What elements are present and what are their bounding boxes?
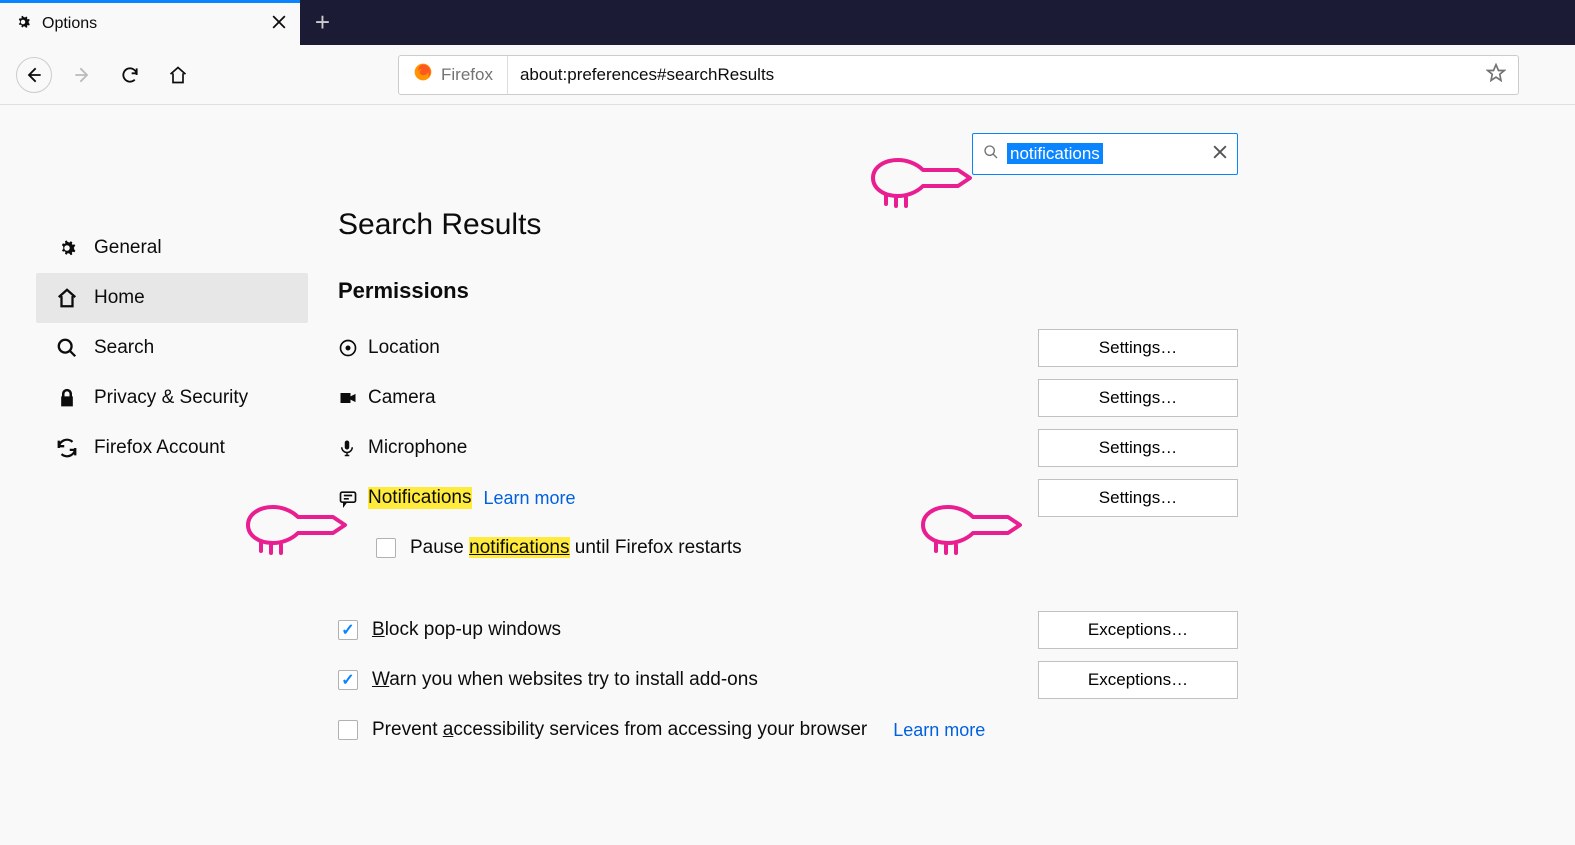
accessibility-label: Prevent accessibility services from acce… [372, 719, 867, 741]
warn-addons-row: Warn you when websites try to install ad… [338, 658, 1238, 702]
preferences-content: General Home Search Privacy & Security F… [0, 105, 1575, 788]
url-text: about:preferences#searchResults [508, 65, 1474, 85]
permission-row-camera: Camera Settings… [338, 376, 1238, 420]
sidebar-item-account[interactable]: Firefox Account [36, 423, 308, 473]
firefox-icon [413, 62, 433, 87]
preferences-main: notifications Search Results Permissions… [338, 133, 1238, 760]
microphone-settings-button[interactable]: Settings… [1038, 429, 1238, 467]
search-icon [56, 337, 78, 359]
accessibility-row: Prevent accessibility services from acce… [338, 708, 1238, 752]
search-input-value: notifications [1007, 143, 1103, 164]
page-title: Search Results [338, 208, 1238, 242]
close-icon[interactable] [272, 15, 286, 33]
new-tab-button[interactable]: + [300, 0, 345, 45]
camera-settings-button[interactable]: Settings… [1038, 379, 1238, 417]
permission-row-location: Location Settings… [338, 326, 1238, 370]
warn-addons-label: Warn you when websites try to install ad… [372, 669, 758, 691]
tab-title: Options [42, 15, 262, 33]
sidebar-item-privacy[interactable]: Privacy & Security [36, 373, 308, 423]
notifications-icon [338, 488, 368, 508]
warn-addons-checkbox[interactable] [338, 670, 358, 690]
pause-notifications-label: Pause notifications until Firefox restar… [410, 537, 742, 559]
section-heading-permissions: Permissions [338, 278, 1238, 304]
bookmark-star-icon[interactable] [1474, 63, 1518, 87]
lock-icon [56, 388, 78, 408]
permission-label: Camera [368, 387, 436, 409]
nav-toolbar: Firefox about:preferences#searchResults [0, 45, 1575, 105]
permission-label: Notifications [368, 487, 472, 509]
sidebar-item-label: Search [94, 337, 154, 359]
sidebar-item-label: Home [94, 287, 145, 309]
location-icon [338, 338, 368, 358]
forward-button[interactable] [64, 57, 100, 93]
browser-tab-options[interactable]: Options [0, 0, 300, 45]
camera-icon [338, 388, 368, 408]
accessibility-checkbox[interactable] [338, 720, 358, 740]
sidebar-item-label: Privacy & Security [94, 387, 248, 409]
home-button[interactable] [160, 57, 196, 93]
block-popups-checkbox[interactable] [338, 620, 358, 640]
identity-label: Firefox [441, 65, 493, 85]
preferences-sidebar: General Home Search Privacy & Security F… [36, 133, 308, 760]
permission-label: Location [368, 337, 440, 359]
reload-button[interactable] [112, 57, 148, 93]
notifications-settings-button[interactable]: Settings… [1038, 479, 1238, 517]
clear-search-icon[interactable] [1213, 145, 1227, 163]
gear-icon [56, 237, 78, 259]
search-icon [983, 144, 999, 164]
gear-icon [14, 13, 32, 35]
identity-box[interactable]: Firefox [399, 56, 508, 94]
pause-notifications-checkbox[interactable] [376, 538, 396, 558]
sidebar-item-search[interactable]: Search [36, 323, 308, 373]
permission-label: Microphone [368, 437, 467, 459]
sidebar-item-home[interactable]: Home [36, 273, 308, 323]
microphone-icon [338, 438, 368, 458]
learn-more-link[interactable]: Learn more [893, 720, 985, 741]
tab-bar: Options + [0, 0, 1575, 45]
popups-exceptions-button[interactable]: Exceptions… [1038, 611, 1238, 649]
sync-icon [56, 437, 78, 459]
block-popups-row: Block pop-up windows Exceptions… [338, 608, 1238, 652]
permission-row-microphone: Microphone Settings… [338, 426, 1238, 470]
sidebar-item-general[interactable]: General [36, 223, 308, 273]
learn-more-link[interactable]: Learn more [484, 488, 576, 509]
preferences-search-box[interactable]: notifications [972, 133, 1238, 175]
block-popups-label: Block pop-up windows [372, 619, 561, 641]
sidebar-item-label: Firefox Account [94, 437, 225, 459]
location-settings-button[interactable]: Settings… [1038, 329, 1238, 367]
addons-exceptions-button[interactable]: Exceptions… [1038, 661, 1238, 699]
back-button[interactable] [16, 57, 52, 93]
sidebar-item-label: General [94, 237, 162, 259]
home-icon [56, 287, 78, 309]
pause-notifications-row: Pause notifications until Firefox restar… [338, 526, 1238, 570]
url-bar[interactable]: Firefox about:preferences#searchResults [398, 55, 1519, 95]
permission-row-notifications: Notifications Learn more Settings… [338, 476, 1238, 520]
